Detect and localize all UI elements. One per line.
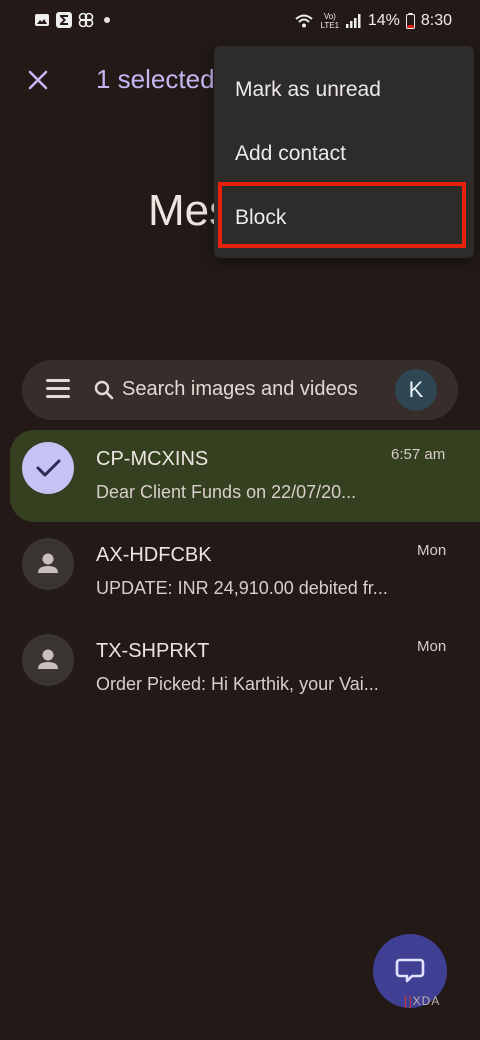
pinwheel-icon bbox=[78, 12, 94, 28]
conversation-time: Mon bbox=[417, 638, 447, 655]
close-icon bbox=[28, 70, 48, 90]
network-label: Vo) LTE1 bbox=[320, 12, 340, 30]
menu-item-label: Add contact bbox=[235, 142, 346, 165]
selected-count: 1 selected bbox=[96, 64, 215, 94]
check-icon bbox=[36, 459, 61, 477]
notification-dot bbox=[104, 17, 110, 23]
clock: 8:30 bbox=[420, 12, 452, 29]
menu-item-add-contact[interactable]: Add contact bbox=[214, 122, 474, 186]
signal-icon bbox=[345, 14, 361, 28]
person-icon bbox=[38, 649, 58, 669]
contact-avatar bbox=[22, 634, 74, 686]
status-left-icons bbox=[34, 12, 110, 28]
search-placeholder: Search images and videos bbox=[122, 378, 358, 400]
search-icon bbox=[94, 380, 114, 400]
conversation-row[interactable]: AX-HDFCBK UPDATE: INR 24,910.00 debited … bbox=[0, 530, 480, 620]
conversation-row[interactable]: TX-SHPRKT Order Picked: Hi Karthik, your… bbox=[0, 626, 480, 716]
conversation-sender: TX-SHPRKT bbox=[96, 640, 210, 662]
conversation-time: 6:57 am bbox=[391, 446, 446, 463]
selected-check-avatar bbox=[22, 442, 74, 494]
status-right: Vo) LTE1 14% 8:30 bbox=[294, 12, 452, 30]
conversation-row-selected[interactable]: CP-MCXINS Dear Client Funds on 22/07/20.… bbox=[10, 430, 480, 522]
conversation-snippet: Order Picked: Hi Karthik, your Vai... bbox=[96, 674, 379, 694]
conversation-time: Mon bbox=[417, 542, 447, 559]
menu-icon[interactable] bbox=[46, 379, 70, 401]
conversation-snippet: UPDATE: INR 24,910.00 debited fr... bbox=[96, 578, 388, 598]
status-bar: Vo) LTE1 14% 8:30 bbox=[0, 0, 480, 44]
conversation-sender: CP-MCXINS bbox=[96, 448, 209, 470]
contact-avatar bbox=[22, 538, 74, 590]
person-icon bbox=[38, 553, 58, 573]
sigma-icon bbox=[56, 12, 72, 28]
search-bar[interactable]: Search images and videos K bbox=[22, 360, 458, 420]
highlight-annotation bbox=[218, 182, 466, 248]
gallery-icon bbox=[35, 14, 49, 26]
menu-item-mark-as-unread[interactable]: Mark as unread bbox=[214, 58, 474, 122]
wifi-icon bbox=[295, 14, 313, 28]
conversation-sender: AX-HDFCBK bbox=[96, 544, 212, 566]
close-selection-button[interactable] bbox=[22, 64, 54, 96]
battery-icon bbox=[405, 13, 415, 29]
watermark-logo: []XDA bbox=[404, 994, 441, 1008]
account-avatar[interactable]: K bbox=[395, 369, 437, 411]
menu-item-label: Mark as unread bbox=[235, 78, 381, 101]
conversation-snippet: Dear Client Funds on 22/07/20... bbox=[96, 482, 357, 502]
battery-percent: 14% bbox=[367, 12, 400, 29]
